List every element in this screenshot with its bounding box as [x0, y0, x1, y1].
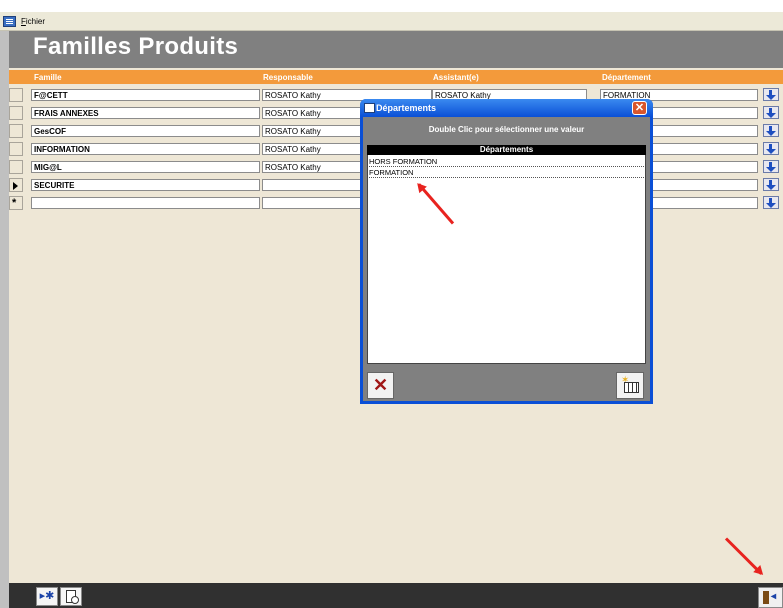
famille-field[interactable]: FRAIS ANNEXES [31, 107, 260, 119]
dropdown-arrow-icon[interactable] [763, 88, 779, 101]
popup-titlebar[interactable]: Départements ✕ [360, 99, 653, 117]
column-headers: Famille Responsable Assistant(e) Départe… [9, 70, 783, 84]
magnifier-icon [71, 596, 79, 604]
list-item[interactable]: HORS FORMATION [369, 157, 644, 167]
dropdown-arrow-icon[interactable] [763, 106, 779, 119]
famille-field[interactable]: SECURITE [31, 179, 260, 191]
popup-form-icon [364, 103, 375, 113]
form-footer [9, 583, 783, 608]
record-selector-current[interactable] [9, 178, 23, 192]
dropdown-arrow-icon[interactable] [763, 178, 779, 191]
menu-fichier[interactable]: Fichier [21, 17, 45, 26]
dropdown-arrow-icon[interactable] [763, 196, 779, 209]
close-button[interactable]: ✕ [632, 101, 647, 115]
record-selector[interactable] [9, 106, 23, 120]
form-icon [3, 16, 16, 27]
dropdown-arrow-icon[interactable] [763, 124, 779, 137]
page-title: Familles Produits [33, 33, 239, 60]
exit-arrow-icon: ◂ [771, 591, 777, 602]
dropdown-arrow-icon[interactable] [763, 160, 779, 173]
current-record-icon [13, 182, 18, 190]
record-selector[interactable] [9, 124, 23, 138]
column-header-assistant: Assistant(e) [433, 73, 479, 82]
column-header-departement: Département [602, 73, 651, 82]
famille-field[interactable]: F@CETT [31, 89, 260, 101]
record-selector[interactable] [9, 160, 23, 174]
new-record-icon: * [12, 197, 17, 209]
menu-bar: Fichier [0, 12, 783, 31]
dropdown-arrow-icon[interactable] [763, 142, 779, 155]
popup-instruction: Double Clic pour sélectionner une valeur [428, 125, 585, 134]
record-selector-new[interactable]: * [9, 196, 23, 210]
list-item[interactable]: FORMATION [369, 168, 644, 178]
famille-field[interactable]: INFORMATION [31, 143, 260, 155]
famille-field[interactable] [31, 197, 260, 209]
famille-field[interactable]: GesCOF [31, 125, 260, 137]
popup-title: Départements [376, 103, 437, 113]
door-icon [763, 591, 769, 604]
record-selector[interactable] [9, 88, 23, 102]
table-icon [624, 382, 639, 393]
column-header-responsable: Responsable [263, 73, 313, 82]
listbox-header: Départements [367, 145, 646, 155]
record-selector[interactable] [9, 142, 23, 156]
cancel-button[interactable]: ✕ [367, 372, 394, 399]
column-header-famille: Famille [34, 73, 62, 82]
famille-field[interactable]: MIG@L [31, 161, 260, 173]
new-department-button[interactable]: ✶ [616, 372, 644, 399]
new-record-button[interactable]: ▸✱ [36, 587, 58, 606]
exit-button[interactable]: ◂ [758, 587, 783, 608]
print-preview-button[interactable] [60, 587, 82, 606]
